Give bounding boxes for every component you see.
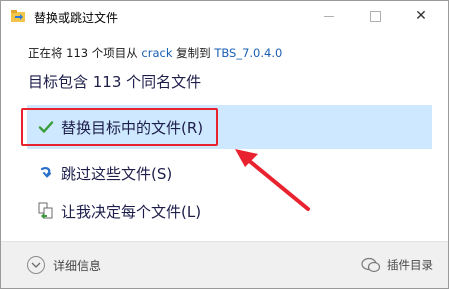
minimize-icon — [324, 15, 334, 17]
source-folder-link[interactable]: crack — [141, 46, 172, 60]
close-button[interactable]: ✕ — [398, 1, 444, 31]
annotation-highlight-box — [21, 108, 218, 146]
chevron-down-icon — [27, 256, 45, 274]
minimize-button[interactable] — [306, 1, 352, 31]
more-details-toggle[interactable]: 详细信息 — [27, 256, 101, 274]
skip-files-label: 跳过这些文件(S) — [61, 164, 173, 183]
compare-files-icon — [35, 200, 57, 222]
destination-folder-link[interactable]: TBS_7.0.4.0 — [214, 46, 282, 60]
replace-or-skip-dialog: 替换或跳过文件 ✕ 正在将 113 个项目从 crack 复制到 TBS_7.0… — [0, 0, 449, 289]
copy-status-prefix: 正在将 113 个项目从 — [28, 46, 138, 60]
close-icon: ✕ — [415, 8, 427, 24]
maximize-button[interactable] — [352, 1, 398, 31]
decide-each-file-label: 让我决定每个文件(L) — [61, 202, 202, 221]
more-details-label: 详细信息 — [53, 258, 102, 273]
conflict-heading: 目标包含 113 个同名文件 — [28, 73, 202, 91]
watermark-text: 插件目录 — [387, 258, 433, 272]
window-title: 替换或跳过文件 — [34, 11, 119, 25]
file-copy-icon — [11, 10, 25, 22]
decide-each-file-option[interactable]: 让我决定每个文件(L) — [27, 189, 432, 233]
maximize-icon — [369, 10, 381, 22]
title-bar: 替换或跳过文件 ✕ — [1, 1, 448, 33]
skip-arrow-icon — [35, 162, 57, 184]
copy-status-middle: 复制到 — [176, 46, 211, 60]
dialog-footer: 详细信息 插件目录 — [1, 242, 448, 288]
wechat-icon — [361, 257, 381, 273]
copy-status-text: 正在将 113 个项目从 crack 复制到 TBS_7.0.4.0 — [28, 45, 282, 61]
watermark: 插件目录 — [361, 257, 433, 273]
